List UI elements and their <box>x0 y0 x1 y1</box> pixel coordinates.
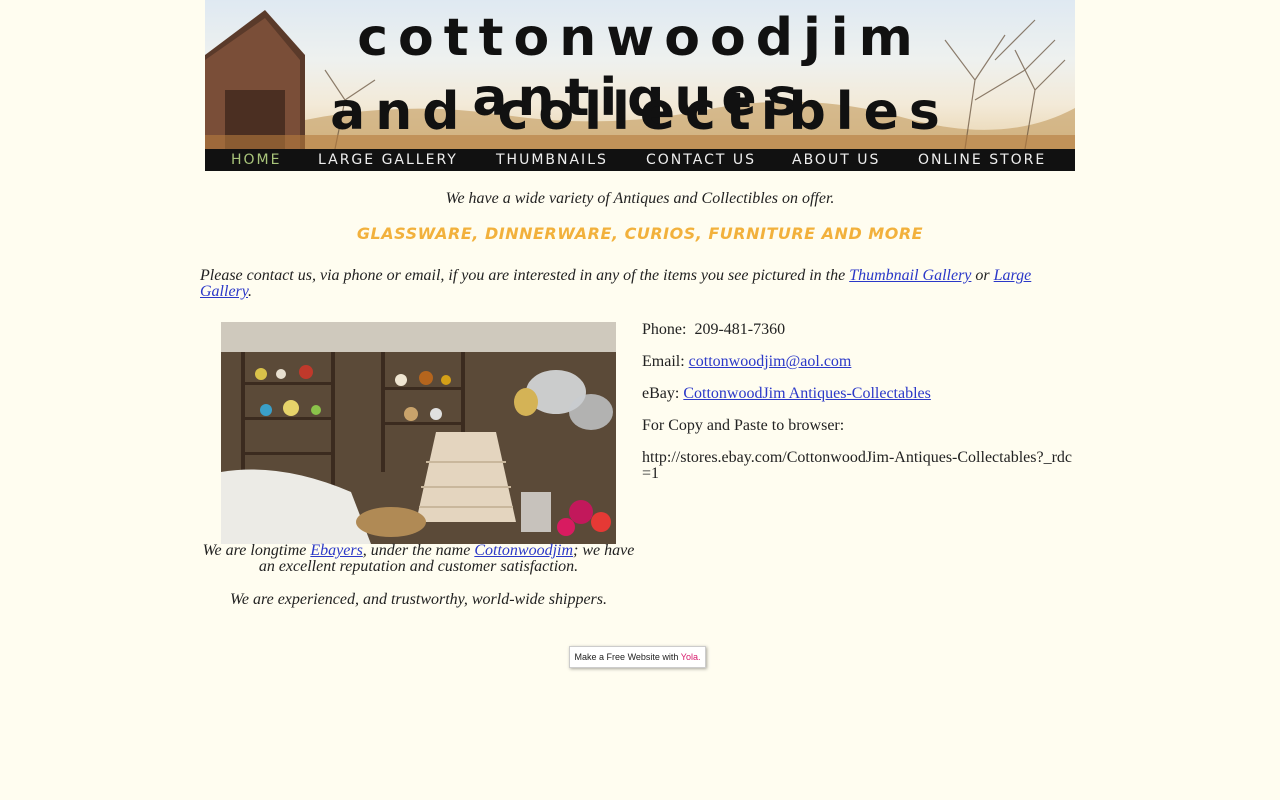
email-line: Email: cottonwoodjim@aol.com <box>642 354 1072 370</box>
phone-label: Phone: <box>642 321 687 338</box>
ebay-label: eBay: <box>642 385 680 402</box>
nav-large-gallery[interactable]: LARGE GALLERY <box>318 152 458 168</box>
nav-online-store[interactable]: ONLINE STORE <box>918 152 1046 168</box>
page: cottonwoodjim antiques and collectibles … <box>0 0 1280 800</box>
copy-paste-label: For Copy and Paste to browser: <box>642 417 845 434</box>
yola-badge-text: Make a Free Website with <box>574 652 681 662</box>
phone-line: Phone: 209-481-7360 <box>642 322 1072 338</box>
photo-caption: We are longtime Ebayers, under the name … <box>200 543 637 575</box>
nav-about-us[interactable]: ABOUT US <box>792 152 880 168</box>
site-title-line2: and collectibles <box>330 82 950 142</box>
contact-note: Please contact us, via phone or email, i… <box>200 268 1075 300</box>
nav-thumbnails[interactable]: THUMBNAILS <box>496 152 608 168</box>
yola-brand: Yola. <box>680 652 701 662</box>
ebay-line: eBay: CottonwoodJim Antiques-Collectable… <box>642 386 1072 402</box>
ebay-store-link[interactable]: CottonwoodJim Antiques-Collectables <box>683 385 931 402</box>
main-nav: HOME LARGE GALLERY THUMBNAILS CONTACT US… <box>205 149 1075 171</box>
contact-note-text: Please contact us, via phone or email, i… <box>200 267 850 284</box>
contact-note-or: or <box>971 267 994 284</box>
caption-text: We are longtime <box>202 542 311 559</box>
caption-middle: , under the name <box>362 542 475 559</box>
store-interior-photo <box>221 322 616 544</box>
header-banner: cottonwoodjim antiques and collectibles <box>205 0 1075 149</box>
contact-note-end: . <box>248 283 252 300</box>
email-link[interactable]: cottonwoodjim@aol.com <box>689 353 852 370</box>
phone-number: 209-481-7360 <box>694 321 786 338</box>
yola-badge[interactable]: Make a Free Website with Yola. <box>569 646 706 668</box>
email-label: Email: <box>642 353 685 370</box>
ebayers-link[interactable]: Ebayers <box>310 542 362 559</box>
nav-home[interactable]: HOME <box>231 152 281 168</box>
cottonwoodjim-link[interactable]: Cottonwoodjim <box>474 542 573 559</box>
store-url-text: http://stores.ebay.com/CottonwoodJim-Ant… <box>642 449 1072 482</box>
tagline: GLASSWARE, DINNERWARE, CURIOS, FURNITURE… <box>356 224 924 243</box>
intro-text: We have a wide variety of Antiques and C… <box>445 190 835 207</box>
nav-contact-us[interactable]: CONTACT US <box>646 152 756 168</box>
shipping-note: We are experienced, and trustworthy, wor… <box>230 591 607 608</box>
thumbnail-gallery-link[interactable]: Thumbnail Gallery <box>849 267 971 284</box>
